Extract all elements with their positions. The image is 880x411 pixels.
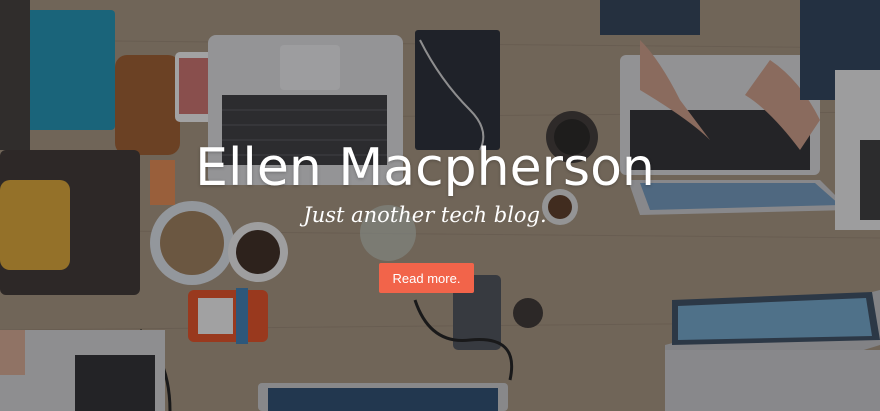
hero-banner: Ellen Macpherson Just another tech blog.… bbox=[0, 0, 880, 411]
read-more-button[interactable]: Read more. bbox=[379, 263, 474, 293]
hero-content: Ellen Macpherson Just another tech blog.… bbox=[0, 0, 880, 411]
site-title[interactable]: Ellen Macpherson bbox=[0, 132, 850, 204]
site-tagline: Just another tech blog. bbox=[303, 203, 547, 227]
